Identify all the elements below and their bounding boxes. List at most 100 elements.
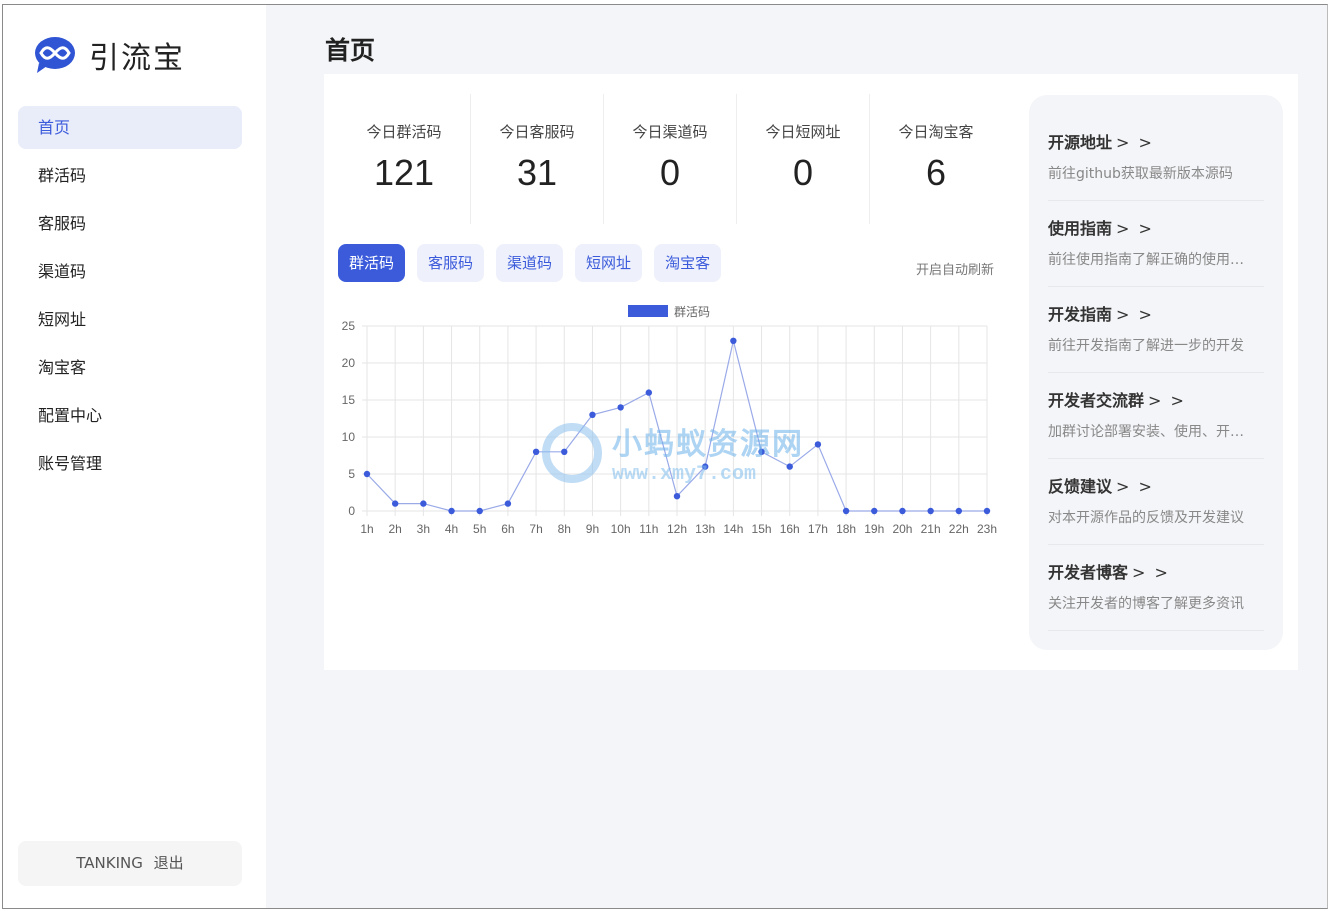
sidebar-nav: 首页 群活码 客服码 渠道码 短网址 淘宝客 配置中心 账号管理 — [18, 106, 242, 490]
x-tick-label: 4h — [445, 522, 458, 536]
auto-refresh-toggle[interactable]: 开启自动刷新 — [916, 259, 994, 278]
tab-service-qrcode[interactable]: 客服码 — [417, 244, 485, 282]
data-point — [842, 507, 850, 515]
dashboard-card: 今日群活码 121 今日客服码 31 今日渠道码 0 今日短网址 0 今日淘宝客… — [324, 74, 1298, 670]
link-user-guide[interactable]: 使用指南 > > 前往使用指南了解正确的使用方法 — [1048, 201, 1264, 287]
data-point — [673, 493, 681, 500]
sidebar-item-service-qrcode[interactable]: 客服码 — [18, 202, 242, 245]
data-point — [420, 500, 427, 507]
page-title: 首页 — [325, 36, 376, 65]
link-title: 开源地址 — [1048, 133, 1113, 152]
stats-row: 今日群活码 121 今日客服码 31 今日渠道码 0 今日短网址 0 今日淘宝客… — [338, 94, 1002, 224]
y-tick-label: 0 — [348, 504, 355, 518]
link-dev-guide[interactable]: 开发指南 > > 前往开发指南了解进一步的开发 — [1048, 287, 1264, 373]
link-arrow: > > — [1116, 219, 1154, 238]
data-point — [814, 441, 822, 448]
tab-taobaoke[interactable]: 淘宝客 — [654, 244, 722, 282]
logout-link[interactable]: 退出 — [154, 854, 184, 872]
sidebar-item-account[interactable]: 账号管理 — [18, 442, 242, 485]
username: TANKING — [76, 854, 143, 872]
sidebar-item-group-qrcode[interactable]: 群活码 — [18, 154, 242, 197]
x-tick-label: 5h — [473, 522, 486, 536]
stat-group-qrcode: 今日群活码 121 — [338, 94, 471, 224]
link-dev-group[interactable]: 开发者交流群> > 加群讨论部署安装、使用、开发等问题 — [1048, 373, 1264, 459]
stat-label: 今日客服码 — [499, 123, 575, 141]
logo[interactable]: 引流宝 — [33, 33, 185, 77]
data-point — [476, 507, 483, 515]
link-title: 开发指南 — [1048, 305, 1113, 324]
watermark-logo-icon — [542, 422, 602, 483]
x-tick-label: 18h — [836, 522, 856, 536]
link-open-source[interactable]: 开源地址 > > 前往github获取最新版本源码 — [1048, 115, 1264, 201]
x-tick-label: 21h — [921, 522, 941, 536]
sidebar: 引流宝 首页 群活码 客服码 渠道码 短网址 淘宝客 配置中心 账号管理 TAN… — [3, 5, 266, 908]
stat-value: 31 — [516, 152, 558, 193]
watermark-title: 小蚂蚁资源网 — [612, 427, 804, 462]
app-window: 引流宝 首页 群活码 客服码 渠道码 短网址 淘宝客 配置中心 账号管理 TAN… — [2, 4, 1328, 909]
brand-logo-icon — [35, 37, 75, 73]
link-title: 开发者博客 — [1048, 563, 1129, 582]
watermark-url: www.xmy7.com — [612, 463, 757, 486]
x-tick-label: 3h — [417, 522, 430, 536]
sidebar-item-short-url[interactable]: 短网址 — [18, 298, 242, 341]
x-tick-label: 23h — [977, 522, 997, 536]
link-desc: 关注开发者的博客了解更多资讯 — [1048, 596, 1244, 612]
data-point — [730, 337, 737, 344]
link-feedback[interactable]: 反馈建议 > > 对本开源作品的反馈及开发建议 — [1048, 459, 1264, 545]
x-tick-label: 13h — [695, 522, 715, 536]
data-point — [448, 507, 455, 515]
link-dev-blog[interactable]: 开发者博客 > > 关注开发者的博客了解更多资讯 — [1048, 545, 1264, 631]
stat-label: 今日渠道码 — [632, 123, 708, 141]
link-title: 反馈建议 — [1048, 477, 1113, 496]
x-tick-label: 9h — [586, 522, 599, 536]
legend-label: 群活码 — [674, 305, 710, 319]
link-arrow: > > — [1132, 563, 1170, 582]
x-tick-label: 2h — [389, 522, 402, 536]
x-tick-label: 16h — [780, 522, 800, 536]
data-point — [391, 500, 399, 507]
sidebar-item-home[interactable]: 首页 — [18, 106, 242, 149]
user-box: TANKING 退出 — [18, 841, 242, 886]
x-tick-label: 20h — [892, 522, 912, 536]
stat-channel-qrcode: 今日渠道码 0 — [604, 94, 737, 224]
data-point — [617, 404, 624, 411]
data-point — [645, 389, 653, 396]
tab-channel-qrcode[interactable]: 渠道码 — [496, 244, 564, 282]
y-tick-label: 5 — [348, 467, 355, 481]
stat-label: 今日群活码 — [366, 123, 442, 141]
link-desc: 前往github获取最新版本源码 — [1048, 166, 1233, 182]
x-tick-label: 8h — [558, 522, 571, 536]
x-tick-label: 11h — [639, 522, 658, 536]
link-desc: 前往开发指南了解进一步的开发 — [1048, 338, 1244, 354]
x-tick-label: 10h — [611, 522, 631, 536]
x-tick-label: 6h — [501, 522, 514, 536]
brand-name: 引流宝 — [89, 41, 185, 76]
link-arrow: > > — [1148, 391, 1186, 410]
link-title: 开发者交流群 — [1048, 391, 1145, 410]
link-arrow: > > — [1116, 305, 1154, 324]
sidebar-item-taobaoke[interactable]: 淘宝客 — [18, 346, 242, 389]
data-point — [363, 470, 371, 478]
data-point — [589, 411, 596, 418]
y-tick-label: 25 — [342, 319, 356, 333]
x-tick-label: 22h — [949, 522, 969, 536]
data-point — [955, 507, 963, 515]
watermark: 小蚂蚁资源网 www.xmy7.com — [542, 419, 804, 486]
link-title: 使用指南 — [1048, 219, 1113, 238]
x-tick-label: 12h — [667, 522, 687, 536]
quick-links-panel: 开源地址 > > 前往github获取最新版本源码 使用指南 > > 前往使用指南了… — [1029, 95, 1283, 650]
x-tick-label: 19h — [864, 522, 884, 536]
chart-tabs: 群活码 客服码 渠道码 短网址 淘宝客 — [338, 244, 733, 282]
link-desc: 加群讨论部署安装、使用、开发等问题 — [1048, 424, 1244, 440]
x-tick-label: 17h — [808, 522, 828, 536]
stat-label: 今日淘宝客 — [898, 123, 974, 141]
x-tick-label: 14h — [723, 522, 743, 536]
sidebar-item-config[interactable]: 配置中心 — [18, 394, 242, 437]
tab-short-url[interactable]: 短网址 — [575, 244, 643, 282]
data-point — [871, 507, 878, 515]
tab-group-qrcode[interactable]: 群活码 — [338, 244, 406, 282]
legend-swatch — [628, 305, 668, 317]
stat-value: 121 — [373, 152, 435, 193]
sidebar-item-channel-qrcode[interactable]: 渠道码 — [18, 250, 242, 293]
link-arrow: > > — [1116, 133, 1154, 152]
